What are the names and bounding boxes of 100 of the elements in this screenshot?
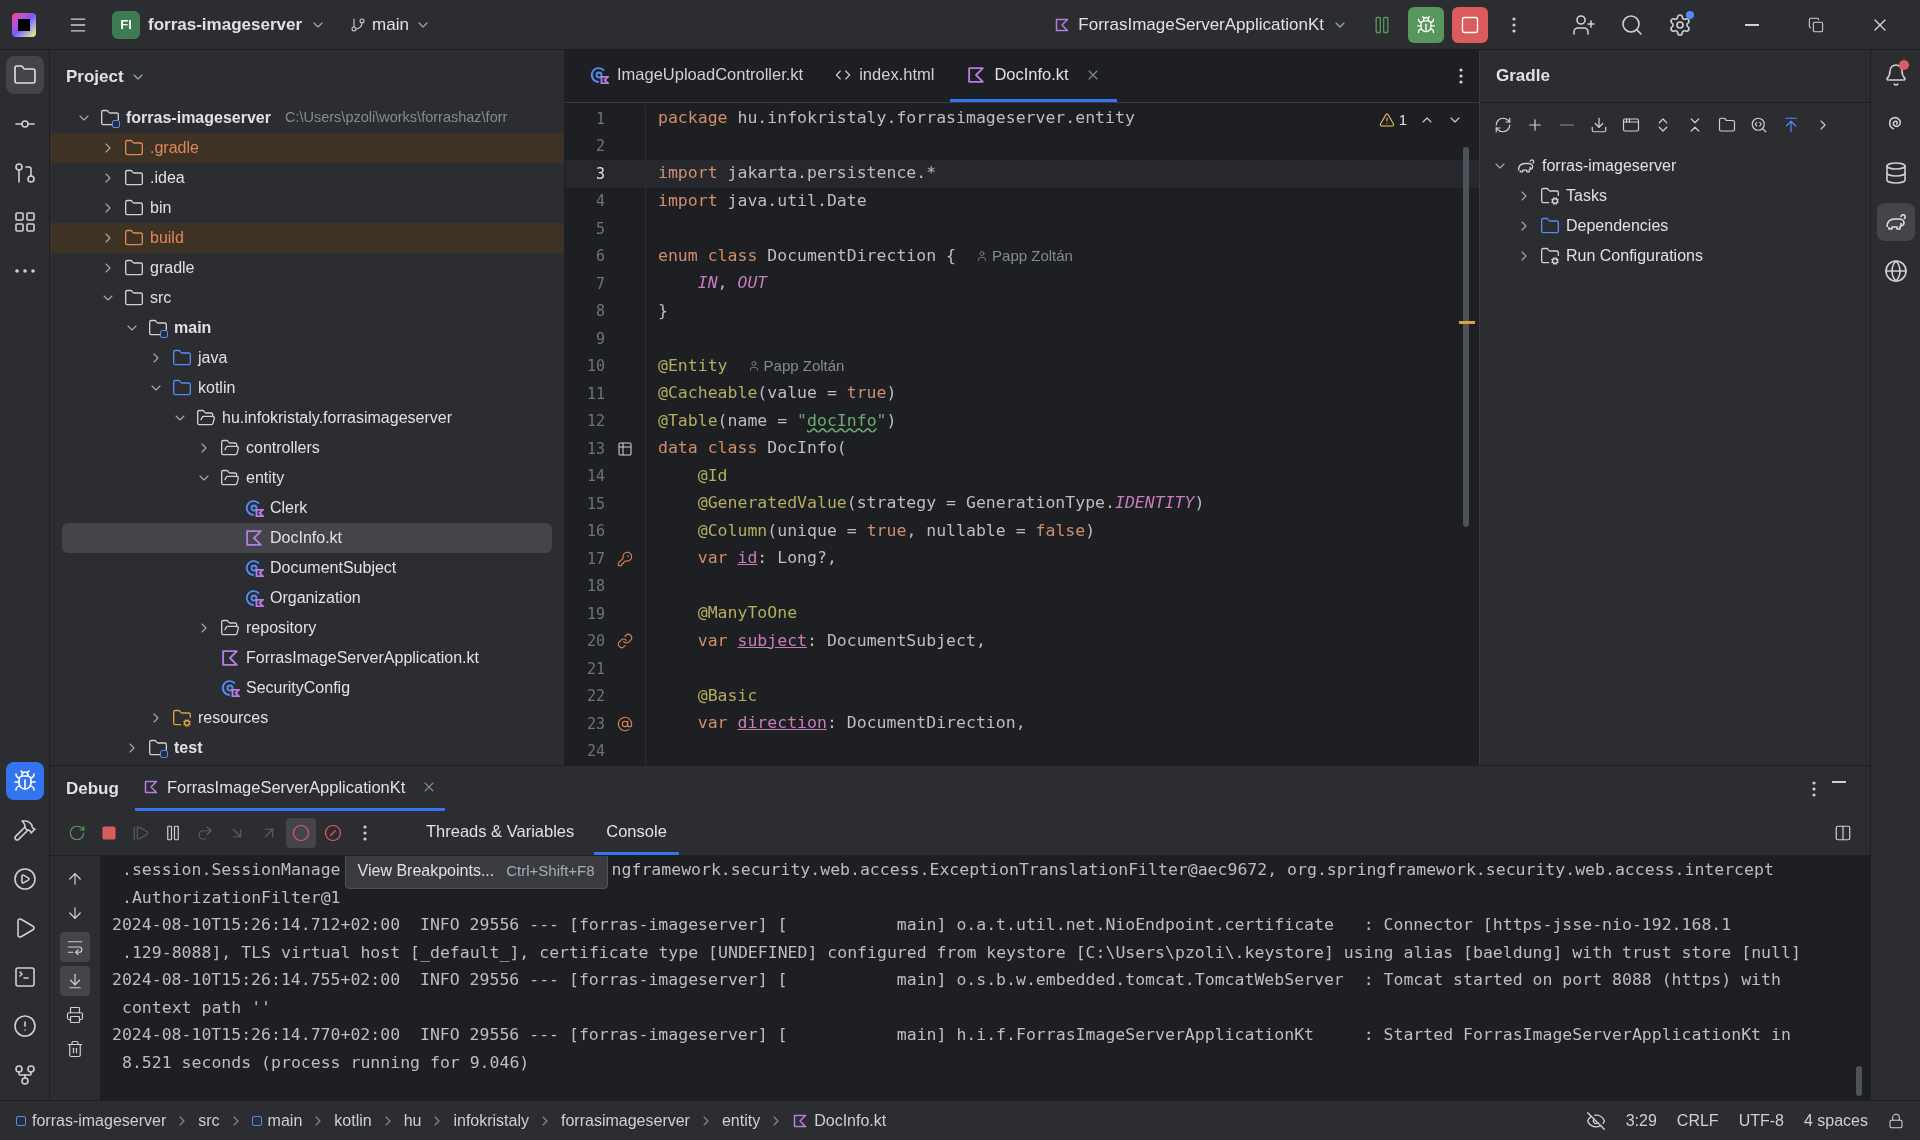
folder-icon [124,138,144,158]
author-hint[interactable]: Papp Zoltán [976,245,1073,268]
tree-item[interactable]: SecurityConfig [50,673,564,703]
tree-item[interactable]: Organization [50,583,564,613]
code-line: @Entity [658,354,728,377]
code-line: data class DocInfo( [658,437,847,460]
pull-request-icon [12,161,37,185]
tree-item[interactable]: entity [50,463,564,493]
warning-icon [1378,112,1395,129]
lock-icon[interactable] [1888,1112,1904,1129]
package-icon [220,438,240,458]
tree-item[interactable]: resources [50,703,564,733]
line-number: 10 [585,356,605,377]
tree-item[interactable]: test [50,733,564,763]
debug-button[interactable] [1408,6,1444,43]
warning-count[interactable]: 1 [1378,109,1407,132]
line-number: 7 [594,273,605,295]
view-breakpoints-button[interactable] [286,818,316,848]
editor-tab[interactable]: ImageUploadController.kt [573,50,820,102]
tool-window-button[interactable] [1876,203,1915,241]
tree-item[interactable]: controllers [50,433,564,463]
folder-icon [124,198,144,218]
tree-item[interactable]: gradle [50,253,564,283]
class-icon [244,588,264,608]
more-icon[interactable] [1459,68,1463,84]
editor-tab[interactable]: DocInfo.kt [950,50,1117,102]
tree-item[interactable]: Dependencies [1480,211,1870,241]
tree-item[interactable]: Run Configurations [1480,241,1870,271]
tree-item[interactable]: Clerk [50,493,564,523]
project-view-selector[interactable]: Project [66,63,146,90]
module-icon [148,318,168,338]
tree-item[interactable]: Tasks [1480,181,1870,211]
tree-item[interactable]: forras-imageserver [1480,151,1870,181]
print-icon [66,1006,84,1024]
scroll-to-end-button[interactable] [60,966,90,996]
breadcrumb[interactable]: src [198,1108,220,1133]
line-number: 12 [585,411,605,432]
link-icon[interactable] [617,633,633,650]
tree-item[interactable]: build [50,223,564,253]
breadcrumb[interactable]: entity [721,1108,761,1133]
line-number: 19 [585,603,605,625]
tree-item[interactable]: ForrasImageServerApplication.kt [50,643,564,673]
tree-item[interactable]: main [50,313,564,343]
down-icon [66,904,84,922]
breadcrumb[interactable]: main [251,1108,303,1133]
tree-item[interactable]: forras-imageserver C:\Users\pzoli\works\forrashaz\forr [50,103,564,133]
tree-item[interactable]: DocumentSubject [50,553,564,583]
tool-window-button[interactable] [5,56,44,94]
branch-switcher[interactable]: main [342,6,439,43]
warning-marker[interactable] [1459,321,1475,324]
tree-item[interactable]: .gradle [50,133,564,163]
mute-breakpoints-icon [324,824,342,842]
line-number: 24 [585,741,605,762]
tree-item[interactable]: DocInfo.kt [62,523,552,553]
folder-icon [124,258,144,278]
line-number: 23 [585,713,605,735]
cursor-position[interactable]: 3:29 [1625,1108,1657,1133]
inspection-icon[interactable] [1585,1110,1606,1131]
folder-icon [172,348,192,368]
debug-session-tab[interactable]: ForrasImageServerApplicationKt [134,766,446,811]
tree-item[interactable]: .idea [50,163,564,193]
breadcrumb[interactable]: kotlin [334,1108,372,1133]
at-sign-icon[interactable] [617,715,633,732]
file-encoding[interactable]: UTF-8 [1738,1108,1784,1133]
console-line: 8.521 seconds (process running for 9.046) [122,1051,530,1074]
scrollbar-thumb[interactable] [1856,1066,1862,1096]
more-icon[interactable] [1812,780,1816,797]
tool-window-button[interactable] [5,762,44,800]
hide-icon[interactable] [1832,780,1846,783]
tree-item[interactable]: hu.infokristaly.forrasimageserver [50,403,564,433]
debug-view-tab[interactable]: Threads & Variables [414,811,587,855]
stop-button[interactable] [1452,6,1488,43]
tree-item[interactable]: src [50,283,564,313]
file-type-icon [966,64,987,85]
author-hint[interactable]: Papp Zoltán [747,355,845,378]
line-number: 8 [594,301,605,322]
editor-tab[interactable]: index.html [819,50,951,102]
code-line: @Table(name = "docInfo") [658,409,897,432]
breadcrumb[interactable]: hu [403,1108,422,1133]
folder-icon [124,168,144,188]
folder-icon [124,288,144,308]
key-icon[interactable] [617,550,633,567]
breadcrumb[interactable]: DocInfo.kt [792,1108,887,1133]
line-number: 3 [594,163,605,185]
tree-item[interactable]: bin [50,193,564,223]
run-configuration-selector[interactable]: ForrasImageServerApplicationKt [1046,6,1356,43]
tree-item[interactable]: repository [50,613,564,643]
tree-item[interactable]: java [50,343,564,373]
breadcrumb[interactable]: infokristaly [453,1108,529,1133]
breadcrumb[interactable]: forras-imageserver [16,1108,167,1133]
file-type-icon [792,1112,809,1129]
globe-icon [1883,259,1908,283]
soft-wrap-button[interactable] [60,932,90,962]
line-separator[interactable]: CRLF [1676,1108,1719,1133]
tree-item[interactable]: kotlin [50,373,564,403]
file-type-icon [1054,16,1071,33]
indent-setting[interactable]: 4 spaces [1803,1108,1868,1133]
breadcrumb[interactable]: forrasimageserver [561,1108,690,1133]
project-switcher[interactable]: FI forras-imageserver [104,6,335,43]
scrollbar-thumb[interactable] [1463,147,1469,527]
